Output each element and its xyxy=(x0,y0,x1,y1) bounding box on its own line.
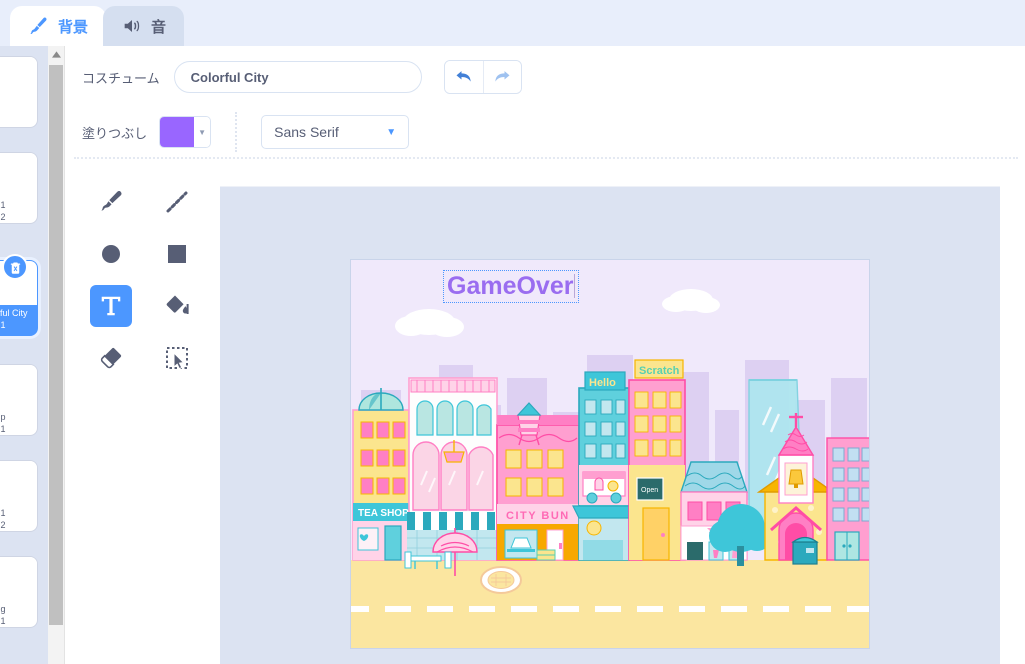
svg-text:Open: Open xyxy=(641,487,658,494)
canvas-workspace[interactable]: TEA SHOP CITY BUN Hello Scratch Open Gam… xyxy=(220,186,1000,664)
list-item-thumbnail xyxy=(0,365,37,409)
costume-name-input[interactable] xyxy=(173,61,422,93)
style-options-row: 塗りつぶし ▼ Sans Serif ▼ xyxy=(82,112,410,152)
brush-icon xyxy=(101,191,122,211)
line-icon xyxy=(166,191,188,213)
list-item-thumbnail xyxy=(0,153,37,197)
line-tool[interactable] xyxy=(156,181,198,223)
list-item-label: Colorful City 1 xyxy=(0,308,28,330)
vertical-scrollbar[interactable] xyxy=(48,46,65,664)
canvas-text-value: GameOver xyxy=(447,272,574,300)
text-cursor xyxy=(574,274,576,298)
select-tool[interactable] xyxy=(156,337,198,379)
paint-editor: コスチューム 塗りつぶし ▼ Sans Serif ▼ xyxy=(66,46,1025,664)
undo-redo-group xyxy=(443,60,522,94)
svg-text:Scratch: Scratch xyxy=(639,365,680,377)
brush-tool[interactable] xyxy=(90,181,132,223)
rectangle-icon xyxy=(168,245,186,263)
list-item[interactable]: 1 2 xyxy=(0,460,38,532)
tab-sounds[interactable]: 音 xyxy=(103,6,185,46)
trash-icon xyxy=(10,262,20,274)
circle-icon xyxy=(102,245,120,263)
undo-button[interactable] xyxy=(444,61,483,93)
text-icon xyxy=(101,296,121,316)
list-item[interactable] xyxy=(0,56,38,128)
list-item[interactable]: 1 2 xyxy=(0,152,38,224)
tool-palette xyxy=(78,176,210,384)
text-tool[interactable] xyxy=(90,285,132,327)
eraser-icon xyxy=(100,348,122,369)
delete-costume-button[interactable] xyxy=(2,254,28,280)
speaker-icon xyxy=(124,20,140,32)
costume-name-row: コスチューム xyxy=(82,60,522,94)
list-item-thumbnail xyxy=(0,557,37,601)
list-item-label: 1 2 xyxy=(0,508,6,530)
select-icon xyxy=(166,347,188,370)
redo-icon xyxy=(495,71,510,82)
list-item-label: g 1 xyxy=(0,604,6,626)
rectangle-tool[interactable] xyxy=(156,233,198,275)
list-item-label xyxy=(0,101,37,127)
tab-bar: 背景 音 xyxy=(0,0,1025,46)
list-item-label: 1 2 xyxy=(0,200,6,222)
costume-name-label: コスチューム xyxy=(82,70,160,86)
chevron-down-icon: ▼ xyxy=(194,117,211,147)
redo-button[interactable] xyxy=(482,61,521,93)
divider xyxy=(74,157,1018,159)
fill-tool[interactable] xyxy=(156,285,198,327)
backdrop-selector-list: 1 2 Colorful City 1 p 1 1 2 g 1 xyxy=(0,46,48,664)
tab-backdrops[interactable]: 背景 xyxy=(10,6,107,46)
tab-backdrops-label: 背景 xyxy=(58,18,89,36)
fill-color-picker[interactable]: ▼ xyxy=(159,116,212,148)
fill-label: 塗りつぶし xyxy=(82,125,148,141)
undo-icon xyxy=(456,71,471,82)
eraser-tool[interactable] xyxy=(90,337,132,379)
list-item-label: p 1 xyxy=(0,412,6,434)
svg-text:CITY BUN: CITY BUN xyxy=(506,510,570,522)
tab-sounds-label: 音 xyxy=(151,18,167,36)
font-select[interactable]: Sans Serif ▼ xyxy=(261,115,410,149)
list-item-thumbnail xyxy=(0,461,37,505)
list-item[interactable]: g 1 xyxy=(0,556,38,628)
chevron-up-icon xyxy=(52,51,61,58)
svg-text:TEA SHOP: TEA SHOP xyxy=(358,508,409,519)
divider xyxy=(235,112,238,152)
paint-bucket-icon xyxy=(166,295,189,314)
svg-text:Hello: Hello xyxy=(589,377,616,389)
font-select-value: Sans Serif xyxy=(274,124,339,140)
backdrop-artwork: TEA SHOP CITY BUN Hello Scratch Open xyxy=(351,260,869,648)
paintbrush-icon xyxy=(30,17,47,34)
scrollbar-thumb[interactable] xyxy=(49,65,63,625)
list-item[interactable]: p 1 xyxy=(0,364,38,436)
list-item-thumbnail xyxy=(0,57,37,101)
circle-tool[interactable] xyxy=(90,233,132,275)
chevron-down-icon: ▼ xyxy=(386,126,397,138)
scroll-up-button[interactable] xyxy=(48,46,65,63)
artboard[interactable]: TEA SHOP CITY BUN Hello Scratch Open Gam… xyxy=(350,259,870,649)
fill-color-swatch xyxy=(160,117,195,147)
canvas-text-object[interactable]: GameOver xyxy=(443,270,580,303)
